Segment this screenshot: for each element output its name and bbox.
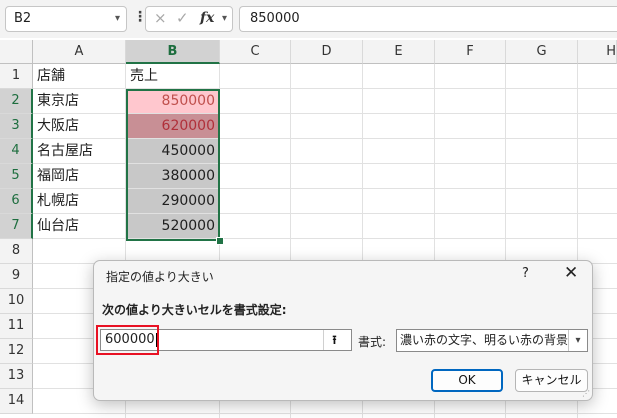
row-header-5[interactable]: 5 xyxy=(0,164,33,189)
row-header-14[interactable]: 14 xyxy=(0,389,33,414)
resize-grip-icon[interactable]: ⋰ xyxy=(582,389,590,398)
row-header-13[interactable]: 13 xyxy=(0,364,33,389)
row-header-1[interactable]: 1 xyxy=(0,64,33,89)
help-icon[interactable]: ? xyxy=(522,266,529,281)
insert-function-icon[interactable]: fx xyxy=(200,10,214,26)
column-header-h[interactable]: H xyxy=(578,40,617,64)
cell-a3[interactable]: 大阪店 xyxy=(33,114,126,139)
cell-b1[interactable]: 売上 xyxy=(126,64,220,89)
column-header-a[interactable]: A xyxy=(33,40,126,64)
row-header-12[interactable]: 12 xyxy=(0,339,33,364)
chevron-down-icon[interactable]: ▾ xyxy=(115,7,120,31)
row-header-3[interactable]: 3 xyxy=(0,114,33,139)
enter-icon[interactable]: ✓ xyxy=(176,9,189,27)
row-header-7[interactable]: 7 xyxy=(0,214,33,239)
cell-a6[interactable]: 札幌店 xyxy=(33,189,126,214)
chevron-down-icon[interactable]: ▾ xyxy=(222,13,227,24)
format-select-value: 濃い赤の文字、明るい赤の背景 xyxy=(400,333,569,347)
formula-bar: B2 ▾ ⋮ × ✓ fx ▾ 850000 xyxy=(0,0,617,38)
format-select[interactable]: 濃い赤の文字、明るい赤の背景 ▾ xyxy=(396,329,588,352)
formula-input[interactable]: 850000 xyxy=(239,6,617,32)
row-header-8[interactable]: 8 xyxy=(0,239,33,264)
row-header-2[interactable]: 2 xyxy=(0,89,33,114)
row-header-6[interactable]: 6 xyxy=(0,189,33,214)
cell-a4[interactable]: 名古屋店 xyxy=(33,139,126,164)
cell-b3[interactable]: 620000 xyxy=(126,114,220,139)
cell-b6[interactable]: 290000 xyxy=(126,189,220,214)
format-label: 書式: xyxy=(358,335,387,349)
cell-a1[interactable]: 店舗 xyxy=(33,64,126,89)
dialog-title: 指定の値より大きい xyxy=(106,270,214,284)
cell-b7[interactable]: 520000 xyxy=(126,214,220,239)
row-header-11[interactable]: 11 xyxy=(0,314,33,339)
select-all-corner[interactable] xyxy=(0,40,33,64)
collapse-dialog-icon[interactable]: ⭱ xyxy=(323,330,345,350)
cancel-button[interactable]: キャンセル xyxy=(515,369,588,392)
cell-b4[interactable]: 450000 xyxy=(126,139,220,164)
row-header-10[interactable]: 10 xyxy=(0,289,33,314)
close-icon[interactable]: ✕ xyxy=(564,263,578,283)
fill-handle[interactable] xyxy=(216,237,224,245)
column-header-e[interactable]: E xyxy=(363,40,435,64)
column-header-b[interactable]: B xyxy=(126,40,220,64)
chevron-down-icon[interactable]: ▾ xyxy=(568,330,587,351)
cell-b2[interactable]: 850000 xyxy=(126,89,220,114)
column-header-f[interactable]: F xyxy=(435,40,506,64)
name-box[interactable]: B2 ▾ xyxy=(5,6,127,32)
row-header-4[interactable]: 4 xyxy=(0,139,33,164)
greater-than-dialog: 指定の値より大きい ? ✕ 次の値より大きいセルを書式設定: 600000 ⭱ … xyxy=(93,260,593,401)
name-box-value: B2 xyxy=(14,11,32,26)
callout-highlight xyxy=(96,325,159,355)
cell-a5[interactable]: 福岡店 xyxy=(33,164,126,189)
dialog-prompt: 次の値より大きいセルを書式設定: xyxy=(102,303,287,317)
column-header-d[interactable]: D xyxy=(291,40,363,64)
ok-button[interactable]: OK xyxy=(431,369,503,392)
cell-a2[interactable]: 東京店 xyxy=(33,89,126,114)
cancel-icon[interactable]: × xyxy=(154,9,167,27)
column-header-c[interactable]: C xyxy=(220,40,291,64)
column-header-g[interactable]: G xyxy=(506,40,578,64)
cell-a7[interactable]: 仙台店 xyxy=(33,214,126,239)
cell-b5[interactable]: 380000 xyxy=(126,164,220,189)
row-header-9[interactable]: 9 xyxy=(0,264,33,289)
formula-buttons: × ✓ fx ▾ xyxy=(145,6,233,32)
